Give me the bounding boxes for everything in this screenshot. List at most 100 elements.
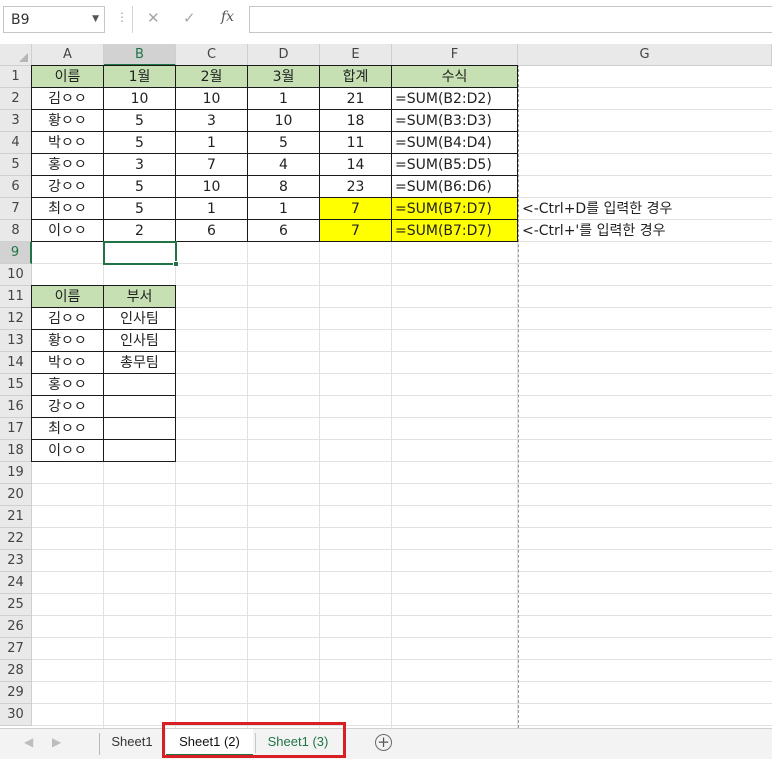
fill-handle[interactable] <box>173 261 179 267</box>
table1-cell-b2[interactable]: 10 <box>103 87 176 110</box>
row-header-5[interactable]: 5 <box>0 154 32 176</box>
table1-header-d[interactable]: 3월 <box>247 65 320 88</box>
table1-cell-e7[interactable]: 7 <box>319 197 392 220</box>
column-header-a[interactable]: A <box>32 44 104 66</box>
table1-cell-e8[interactable]: 7 <box>319 219 392 242</box>
row-header-21[interactable]: 21 <box>0 506 32 528</box>
table1-cell-d4[interactable]: 5 <box>247 131 320 154</box>
row-header-26[interactable]: 26 <box>0 616 32 638</box>
column-header-c[interactable]: C <box>176 44 248 66</box>
row-header-27[interactable]: 27 <box>0 638 32 660</box>
table1-cell-c8[interactable]: 6 <box>175 219 248 242</box>
row-header-16[interactable]: 16 <box>0 396 32 418</box>
table1-cell-e2[interactable]: 21 <box>319 87 392 110</box>
table1-cell-f8[interactable]: =SUM(B7:D7) <box>391 219 518 242</box>
next-sheet-icon[interactable]: ▶ <box>52 735 61 749</box>
column-header-d[interactable]: D <box>248 44 320 66</box>
row-header-13[interactable]: 13 <box>0 330 32 352</box>
table2-cell-a14[interactable]: 박ㅇㅇ <box>31 351 104 374</box>
cancel-icon[interactable]: ✕ <box>147 9 160 27</box>
column-header-b[interactable]: B <box>104 44 176 66</box>
table1-cell-d5[interactable]: 4 <box>247 153 320 176</box>
table1-cell-e4[interactable]: 11 <box>319 131 392 154</box>
table2-cell-b12[interactable]: 인사팀 <box>103 307 176 330</box>
table2-cell-b17[interactable] <box>103 417 176 440</box>
table1-cell-f3[interactable]: =SUM(B3:D3) <box>391 109 518 132</box>
table1-cell-c7[interactable]: 1 <box>175 197 248 220</box>
row-header-2[interactable]: 2 <box>0 88 32 110</box>
row-header-19[interactable]: 19 <box>0 462 32 484</box>
table1-cell-d2[interactable]: 1 <box>247 87 320 110</box>
table1-cell-c2[interactable]: 10 <box>175 87 248 110</box>
row-header-3[interactable]: 3 <box>0 110 32 132</box>
table1-cell-b7[interactable]: 5 <box>103 197 176 220</box>
table1-cell-b5[interactable]: 3 <box>103 153 176 176</box>
table1-cell-c5[interactable]: 7 <box>175 153 248 176</box>
row-header-28[interactable]: 28 <box>0 660 32 682</box>
row-header-30[interactable]: 30 <box>0 704 32 726</box>
table1-cell-b6[interactable]: 5 <box>103 175 176 198</box>
table1-cell-f5[interactable]: =SUM(B5:D5) <box>391 153 518 176</box>
table1-cell-d6[interactable]: 8 <box>247 175 320 198</box>
row-header-24[interactable]: 24 <box>0 572 32 594</box>
row-header-22[interactable]: 22 <box>0 528 32 550</box>
column-header-e[interactable]: E <box>320 44 392 66</box>
table1-cell-d7[interactable]: 1 <box>247 197 320 220</box>
table1-cell-f6[interactable]: =SUM(B6:D6) <box>391 175 518 198</box>
table1-cell-a3[interactable]: 황ㅇㅇ <box>31 109 104 132</box>
chevron-down-icon[interactable]: ▼ <box>92 14 99 24</box>
row-header-1[interactable]: 1 <box>0 66 32 88</box>
insert-function-icon[interactable]: fx <box>221 9 234 25</box>
table2-cell-a18[interactable]: 이ㅇㅇ <box>31 439 104 462</box>
table1-cell-e3[interactable]: 18 <box>319 109 392 132</box>
table2-cell-b18[interactable] <box>103 439 176 462</box>
table1-cell-c6[interactable]: 10 <box>175 175 248 198</box>
prev-sheet-icon[interactable]: ◀ <box>24 735 33 749</box>
name-box[interactable]: B9 ▼ <box>3 6 105 33</box>
table2-cell-a17[interactable]: 최ㅇㅇ <box>31 417 104 440</box>
row-header-25[interactable]: 25 <box>0 594 32 616</box>
table1-cell-a4[interactable]: 박ㅇㅇ <box>31 131 104 154</box>
table1-header-b[interactable]: 1월 <box>103 65 176 88</box>
table1-cell-a6[interactable]: 강ㅇㅇ <box>31 175 104 198</box>
row-header-7[interactable]: 7 <box>0 198 32 220</box>
enter-check-icon[interactable]: ✓ <box>183 9 196 27</box>
table2-cell-a16[interactable]: 강ㅇㅇ <box>31 395 104 418</box>
column-header-f[interactable]: F <box>392 44 518 66</box>
worksheet-grid[interactable]: ABCDEFG 1 2 3 4 5 6 7 8 9 10 11 12 13 14 15 16 17 18 19 20 2… <box>0 44 772 728</box>
row-header-9[interactable]: 9 <box>0 242 32 264</box>
table1-cell-b3[interactable]: 5 <box>103 109 176 132</box>
table1-cell-e6[interactable]: 23 <box>319 175 392 198</box>
row-header-14[interactable]: 14 <box>0 352 32 374</box>
add-sheet-icon[interactable]: + <box>375 734 392 751</box>
table2-header-a[interactable]: 이름 <box>31 285 104 308</box>
table1-cell-f2[interactable]: =SUM(B2:D2) <box>391 87 518 110</box>
table1-cell-d3[interactable]: 10 <box>247 109 320 132</box>
table1-cell-c4[interactable]: 1 <box>175 131 248 154</box>
table2-cell-a15[interactable]: 홍ㅇㅇ <box>31 373 104 396</box>
table1-cell-a2[interactable]: 김ㅇㅇ <box>31 87 104 110</box>
row-header-6[interactable]: 6 <box>0 176 32 198</box>
table1-header-c[interactable]: 2월 <box>175 65 248 88</box>
row-header-20[interactable]: 20 <box>0 484 32 506</box>
table2-cell-b16[interactable] <box>103 395 176 418</box>
table2-header-b[interactable]: 부서 <box>103 285 176 308</box>
row-header-17[interactable]: 17 <box>0 418 32 440</box>
row-header-11[interactable]: 11 <box>0 286 32 308</box>
row-header-18[interactable]: 18 <box>0 440 32 462</box>
table1-cell-f7[interactable]: =SUM(B7:D7) <box>391 197 518 220</box>
table1-header-a[interactable]: 이름 <box>31 65 104 88</box>
table1-header-f[interactable]: 수식 <box>391 65 518 88</box>
table1-cell-b4[interactable]: 5 <box>103 131 176 154</box>
row-header-15[interactable]: 15 <box>0 374 32 396</box>
select-all-button[interactable] <box>0 44 32 66</box>
table1-cell-b8[interactable]: 2 <box>103 219 176 242</box>
column-header-g[interactable]: G <box>518 44 772 66</box>
table1-cell-d8[interactable]: 6 <box>247 219 320 242</box>
table2-cell-b14[interactable]: 총무팀 <box>103 351 176 374</box>
table1-cell-a8[interactable]: 이ㅇㅇ <box>31 219 104 242</box>
active-cell-b9[interactable] <box>103 241 177 265</box>
row-header-10[interactable]: 10 <box>0 264 32 286</box>
row-header-8[interactable]: 8 <box>0 220 32 242</box>
table1-cell-c3[interactable]: 3 <box>175 109 248 132</box>
